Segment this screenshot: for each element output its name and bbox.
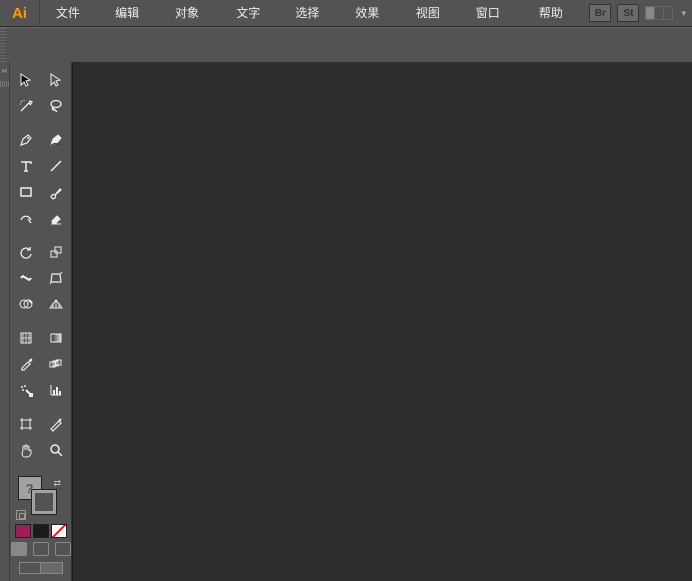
rotate-tool[interactable] [13,240,39,264]
screen-mode-right[interactable] [41,562,63,574]
app-logo[interactable]: Ai [0,0,40,27]
menubar-right: Br St ▾ [589,4,692,22]
screen-mode-left[interactable] [19,562,41,574]
draw-inside[interactable] [55,542,71,556]
menubar: Ai 文件(F) 编辑(E) 对象(O) 文字(T) 选择(S) 效果(C) 视… [0,0,692,27]
direct-selection-tool[interactable] [43,68,69,92]
menu-object[interactable]: 对象(O) [165,0,226,27]
scale-tool[interactable] [43,240,69,264]
curvature-tool[interactable] [43,128,69,152]
paintbrush-tool[interactable] [43,180,69,204]
symbol-sprayer-tool[interactable] [13,378,39,402]
stock-button[interactable]: St [617,4,639,22]
menu-view[interactable]: 视图(V) [406,0,466,27]
control-bar [0,27,692,62]
rectangle-tool[interactable] [13,180,39,204]
gradient-tool[interactable] [43,326,69,350]
blend-tool[interactable] [43,352,69,376]
toolbox: ? ⇄ [10,62,72,581]
shaper-tool[interactable] [13,206,39,230]
column-graph-tool[interactable] [43,378,69,402]
artboard-tool[interactable] [13,412,39,436]
panel-collapse[interactable]: ‹‹ [0,62,10,581]
width-tool[interactable] [13,266,39,290]
menu-effect[interactable]: 效果(C) [345,0,406,27]
hand-tool[interactable] [13,438,39,462]
chevron-down-icon[interactable]: ▾ [681,8,686,19]
type-tool[interactable] [13,154,39,178]
zoom-tool[interactable] [43,438,69,462]
lasso-tool[interactable] [43,94,69,118]
collapse-icon: ‹‹ [2,66,7,75]
selection-tool[interactable] [13,68,39,92]
color-mode-row [15,524,67,538]
grip-icon [0,81,9,87]
eraser-tool[interactable] [43,206,69,230]
mesh-tool[interactable] [13,326,39,350]
shape-builder-tool[interactable] [13,292,39,316]
color-solid[interactable] [15,524,31,538]
menu-help[interactable]: 帮助(H) [529,0,590,27]
menu-items: 文件(F) 编辑(E) 对象(O) 文字(T) 选择(S) 效果(C) 视图(V… [46,0,590,27]
magic-wand-tool[interactable] [13,94,39,118]
main-area: ‹‹ [0,62,692,581]
swap-fill-stroke-icon[interactable]: ⇄ [54,478,64,488]
stroke-swatch[interactable] [32,490,56,514]
pen-tool[interactable] [13,128,39,152]
screen-mode-row[interactable] [19,562,63,574]
menu-select[interactable]: 选择(S) [285,0,345,27]
menu-window[interactable]: 窗口(W) [466,0,529,27]
default-fill-stroke-icon[interactable] [16,510,26,520]
menu-type[interactable]: 文字(T) [226,0,285,27]
color-black[interactable] [33,524,49,538]
free-transform-tool[interactable] [43,266,69,290]
menu-file[interactable]: 文件(F) [46,0,105,27]
canvas[interactable] [72,62,692,581]
line-tool[interactable] [43,154,69,178]
draw-behind[interactable] [33,542,49,556]
perspective-grid-tool[interactable] [43,292,69,316]
menu-edit[interactable]: 编辑(E) [105,0,165,27]
bridge-button[interactable]: Br [589,4,611,22]
fill-stroke-swatch[interactable]: ? ⇄ [14,476,68,520]
draw-normal[interactable] [11,542,27,556]
slice-tool[interactable] [43,412,69,436]
draw-mode-row [11,542,71,556]
arrange-documents[interactable] [645,6,673,20]
eyedropper-tool[interactable] [13,352,39,376]
color-none[interactable] [51,524,67,538]
